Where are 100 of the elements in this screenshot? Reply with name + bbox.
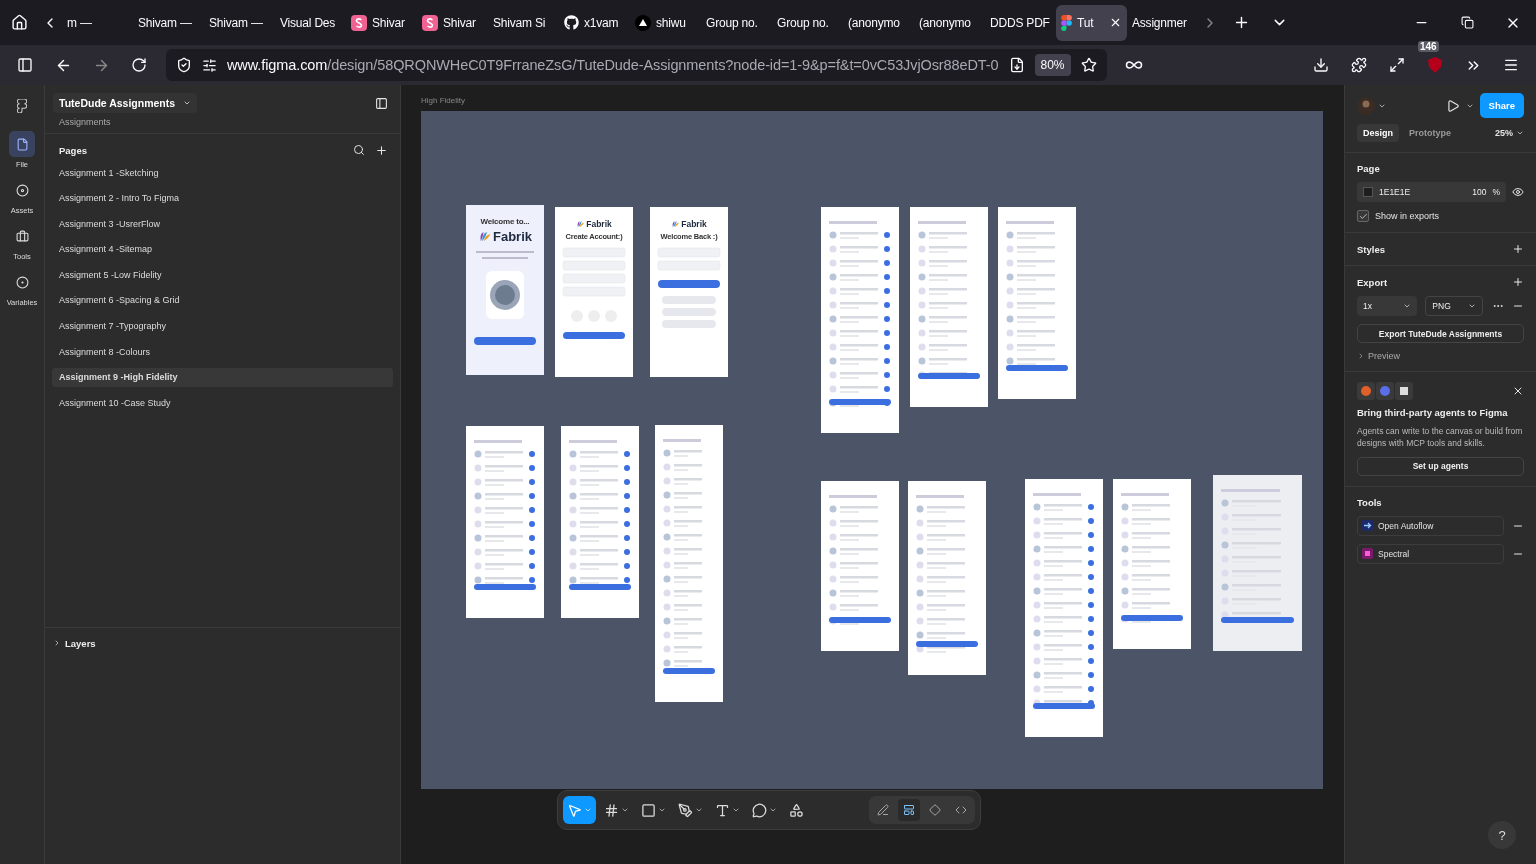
add-export-icon[interactable] [1512,276,1524,288]
layers-title[interactable]: Layers [65,637,96,649]
pages-title: Pages [59,145,87,156]
caret-icon[interactable] [732,806,740,814]
caret-icon[interactable] [1468,302,1477,310]
export-button[interactable]: Export TuteDude Assignments [1357,324,1524,343]
page-item[interactable]: Assigment 5 -Low Fidelity [52,265,393,285]
caret-icon[interactable] [183,99,192,107]
tab-title: DDDS PDF [990,15,1051,30]
caret-icon[interactable] [658,806,666,814]
browser-tab[interactable]: m — [62,4,133,41]
browser-tab[interactable]: DDDS PDF [985,4,1056,41]
close-icon[interactable] [1109,16,1122,29]
format-dropdown[interactable]: PNG [1425,296,1484,316]
page-item[interactable]: Assignment 2 - Intro To Figma [52,188,393,208]
phone-mockup[interactable] [821,481,899,651]
color-swatch[interactable] [1363,187,1373,197]
logo-icon [576,219,586,229]
expand-icon[interactable] [1357,352,1365,360]
zoom-dropdown[interactable]: 25% [1495,128,1513,138]
tab-title: shiwu [656,15,687,30]
file-icon [15,137,29,151]
browser-tab[interactable]: Shivam — [133,4,204,41]
caret-icon[interactable] [1516,129,1524,137]
plugin-item[interactable]: Spectral [1357,543,1504,564]
caret-icon[interactable] [621,806,629,814]
browser-tab[interactable]: Visual Des [275,4,346,41]
avatar-icon[interactable] [1357,96,1375,115]
caret-icon[interactable] [1403,302,1411,310]
browser-tab[interactable]: (anonymo [914,4,985,41]
design-mode-icon[interactable] [898,799,920,821]
github-logo-icon [564,15,579,30]
panel-tab[interactable]: Prototype [1403,124,1458,142]
text-icon [715,802,730,818]
browser-tab[interactable]: Group no. [701,4,772,41]
present-icon[interactable] [1445,98,1460,113]
browser-tab[interactable]: x1vam [559,4,630,41]
browser-tab[interactable]: Shivam — [204,4,275,41]
expand-icon[interactable] [53,639,61,648]
logo-icon [478,229,492,244]
phone-mockup[interactable] [998,207,1076,399]
phone-mockup[interactable]: Welcome to... Fabrik [466,205,544,375]
caret-icon[interactable] [695,806,703,814]
visibility-icon[interactable] [1512,186,1524,198]
panel-tab[interactable]: Design [1357,124,1399,142]
page-item[interactable]: Assignment 6 -Spacing & Grid [52,290,393,310]
scale-dropdown[interactable]: 1x [1357,296,1417,316]
page-item[interactable]: Assignment 8 -Colours [52,342,393,362]
tab-title: Shivam Si [493,15,547,30]
phone-mockup[interactable] [908,481,986,675]
phone-mockup[interactable] [466,426,544,618]
checkbox[interactable] [1357,210,1369,222]
page-item[interactable]: Assignment 9 -High Fidelity [52,367,393,387]
browser-tab[interactable]: Group no. [772,4,843,41]
plugin-item[interactable]: Open Autoflow [1357,515,1504,536]
close-icon[interactable] [1512,385,1524,397]
permissions-icon[interactable] [202,57,217,73]
caret-icon[interactable] [769,806,777,814]
browser-tab[interactable]: shiwu [630,4,701,41]
page-item[interactable]: Assignment 10 -Case Study [52,393,393,413]
page-color-field[interactable]: 1E1E1E 100 % [1357,182,1506,202]
browser-tab[interactable]: (anonymo [843,4,914,41]
add-page-icon[interactable] [375,144,388,157]
tab-title: Group no. [706,15,759,30]
logo-icon [671,219,681,229]
shield-icon[interactable] [176,57,192,73]
page-item[interactable]: Assignment 1 -Sketching [52,163,393,182]
page-item[interactable]: Assignment 4 -Sitemap [52,239,393,259]
phone-mockup[interactable] [1025,479,1103,737]
phone-mockup[interactable] [1213,475,1302,651]
zoom-level[interactable]: 80% [1034,54,1071,76]
file-name-button[interactable]: TuteDude Assignments [53,93,198,113]
add-style-icon[interactable] [1512,243,1524,255]
search-icon[interactable] [353,144,365,156]
download-page-icon[interactable] [1008,57,1025,73]
set-up-agents-button[interactable]: Set up agents [1357,456,1524,476]
page-item[interactable]: Assignment 3 -UsrerFlow [52,214,393,234]
frame-label[interactable]: High Fidelity [421,96,1324,111]
figma-logo-icon[interactable] [17,99,27,113]
browser-tab[interactable]: Assignmer [1127,4,1198,41]
address-bar[interactable]: www.figma.com/design/58QRQNWHeC0T9FrraneZsG/TuteDude-Assignments?node-id=1-9&p=f&t=0vC53JvjOsr88eDT-0 80% [166,49,1107,81]
phone-mockup[interactable] [910,207,988,407]
styles-title: Styles [1357,243,1385,255]
phone-mockup[interactable] [821,207,899,433]
phone-mockup[interactable] [561,426,639,618]
rail-button[interactable] [9,131,35,157]
browser-tab[interactable]: Shivar [346,4,417,41]
logo-text: Fabrik [681,219,707,229]
browser-tab[interactable]: Shivam Si [488,4,559,41]
move-tool[interactable] [563,796,596,824]
help-button[interactable]: ? [1488,821,1516,849]
pen-icon [678,802,693,818]
phone-mockup[interactable] [1113,479,1191,649]
bookmark-star-icon[interactable] [1080,57,1097,73]
page-item[interactable]: Assignment 7 -Typography [52,316,393,336]
browser-tab[interactable]: Shivar [417,4,488,41]
s-logo-icon [351,14,367,31]
panel-toggle-icon[interactable] [375,96,388,110]
preview-toggle[interactable]: Preview [1368,351,1400,361]
browser-tab[interactable]: Tut [1056,4,1127,41]
